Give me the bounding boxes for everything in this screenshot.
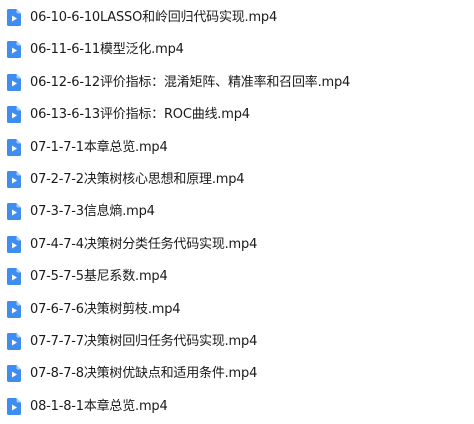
file-name: 07-7-7-7决策树回归任务代码实现.mp4 [30,334,258,349]
file-row[interactable]: 06-11-6-11模型泛化.mp4 [0,38,474,62]
video-file-icon [7,41,21,59]
video-file-icon [7,9,21,26]
file-name: 06-11-6-11模型泛化.mp4 [30,42,184,58]
file-name: 07-8-7-8决策树优缺点和适用条件.mp4 [30,366,258,382]
video-file-icon [7,106,21,124]
file-name: 07-4-7-4决策树分类任务代码实现.mp4 [30,236,258,252]
file-name: 07-2-7-2决策树核心思想和原理.mp4 [30,172,245,187]
video-file-icon [7,203,21,221]
file-row[interactable]: 07-3-7-3信息熵.mp4 [0,200,474,224]
file-row[interactable]: 07-4-7-4决策树分类任务代码实现.mp4 [0,233,474,257]
file-row[interactable]: 07-8-7-8决策树优缺点和适用条件.mp4 [0,362,474,386]
file-name: 08-1-8-1本章总览.mp4 [30,398,168,414]
video-file-icon [7,171,21,188]
video-file-icon [7,300,21,318]
video-file-icon [7,397,21,415]
video-file-icon [7,268,21,286]
file-row[interactable]: 06-10-6-10LASSO和岭回归代码实现.mp4 [0,6,474,30]
video-file-icon [7,138,21,156]
video-file-icon [7,333,21,350]
video-file-icon [7,365,21,383]
file-row[interactable]: 06-12-6-12评价指标：混淆矩阵、精准率和召回率.mp4 [0,71,474,95]
file-name: 07-5-7-5基尼系数.mp4 [30,269,168,285]
file-row[interactable]: 06-13-6-13评价指标：ROC曲线.mp4 [0,103,474,127]
file-row[interactable]: 07-6-7-6决策树剪枝.mp4 [0,298,474,322]
file-name: 06-13-6-13评价指标：ROC曲线.mp4 [30,107,250,123]
file-row[interactable]: 07-2-7-2决策树核心思想和原理.mp4 [0,168,474,192]
file-name: 06-12-6-12评价指标：混淆矩阵、精准率和召回率.mp4 [30,74,351,90]
video-file-icon [7,73,21,91]
file-name: 07-3-7-3信息熵.mp4 [30,204,155,220]
file-name: 07-1-7-1本章总览.mp4 [30,139,168,155]
file-row[interactable]: 07-1-7-1本章总览.mp4 [0,136,474,160]
file-row[interactable]: 07-7-7-7决策树回归任务代码实现.mp4 [0,330,474,354]
file-name: 06-10-6-10LASSO和岭回归代码实现.mp4 [30,10,278,25]
video-file-icon [7,235,21,253]
file-name: 07-6-7-6决策树剪枝.mp4 [30,301,181,317]
file-row[interactable]: 07-5-7-5基尼系数.mp4 [0,265,474,289]
file-row[interactable]: 08-1-8-1本章总览.mp4 [0,395,474,419]
